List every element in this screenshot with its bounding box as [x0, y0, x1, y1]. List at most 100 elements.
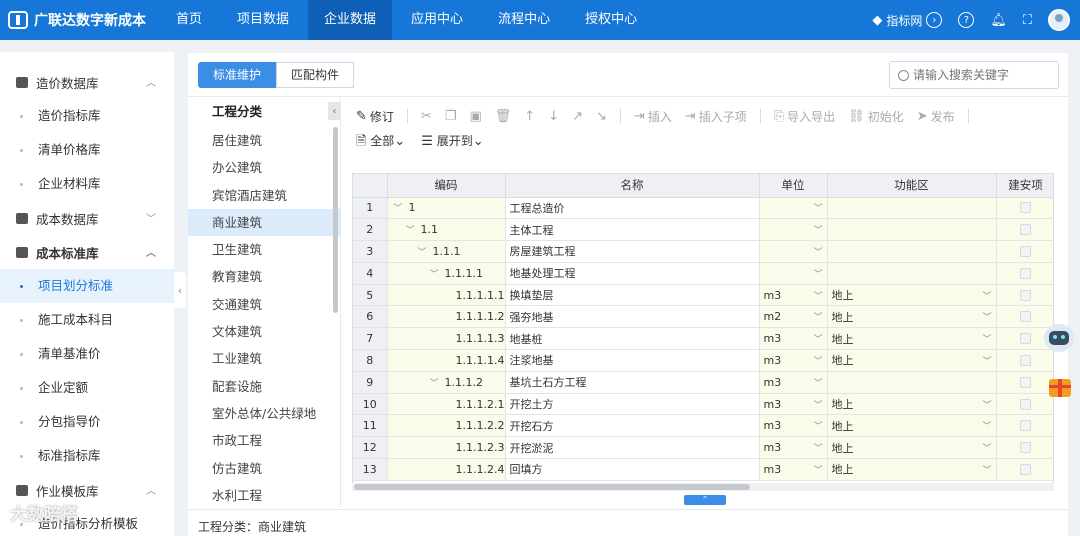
table-row[interactable]: 2 ﹀ 1.1 主体工程 ﹀: [353, 218, 1053, 242]
category-scrollbar[interactable]: [333, 127, 338, 313]
zone-cell[interactable]: 地上 ﹀: [827, 458, 997, 481]
name-cell[interactable]: 回填方: [505, 458, 760, 481]
unit-cell[interactable]: ﹀: [759, 262, 828, 285]
construction-item-cell[interactable]: [996, 414, 1053, 438]
sidebar-item[interactable]: 企业材料库: [0, 167, 174, 201]
table-row[interactable]: 7 1.1.1.1.3 地基桩 m3 ﹀ 地上 ﹀: [353, 327, 1053, 351]
construction-item-cell[interactable]: [996, 197, 1053, 220]
code-cell[interactable]: 1.1.1.1.4: [387, 349, 506, 372]
checkbox[interactable]: [1020, 245, 1031, 257]
column-header-code[interactable]: 编码: [387, 174, 506, 198]
zone-cell[interactable]: 地上 ﹀: [827, 436, 997, 460]
unit-cell[interactable]: m2 ﹀: [759, 305, 828, 329]
code-cell[interactable]: 1.1.1.1.1: [387, 284, 506, 307]
index-network-link[interactable]: ◆ 指标网 ›: [872, 12, 943, 29]
sidebar-collapse-button[interactable]: ‹: [174, 272, 186, 308]
unit-cell[interactable]: m3 ﹀: [759, 327, 828, 351]
move-up-icon[interactable]: ↑: [524, 110, 535, 123]
sidebar-item[interactable]: 标准指标库: [0, 439, 174, 473]
delete-icon[interactable]: 🗑︎: [495, 110, 512, 123]
column-header-unit[interactable]: 单位: [759, 174, 828, 198]
table-row[interactable]: 11 1.1.1.2.2 开挖石方 m3 ﹀ 地上 ﹀: [353, 414, 1053, 438]
insert-child-button[interactable]: ⇥ 插入子项: [685, 108, 747, 125]
avatar[interactable]: [1048, 9, 1070, 31]
nav-item[interactable]: 应用中心: [395, 0, 479, 40]
category-item[interactable]: 仿古建筑: [188, 455, 340, 482]
table-row[interactable]: 5 1.1.1.1.1 换填垫层 m3 ﹀ 地上 ﹀: [353, 284, 1053, 307]
nav-item[interactable]: 首页: [160, 0, 218, 40]
checkbox[interactable]: [1020, 333, 1031, 345]
checkbox[interactable]: [1020, 311, 1031, 323]
name-cell[interactable]: 工程总造价: [505, 197, 760, 220]
checkbox[interactable]: [1020, 398, 1031, 410]
code-cell[interactable]: 1.1.1.1.3: [387, 327, 506, 351]
construction-item-cell[interactable]: [996, 349, 1053, 372]
name-cell[interactable]: 主体工程: [505, 218, 760, 242]
code-cell[interactable]: ﹀ 1.1.1: [387, 240, 506, 263]
table-row[interactable]: 1 ﹀ 1 工程总造价 ﹀: [353, 197, 1053, 220]
sidebar-item[interactable]: 项目划分标准: [0, 269, 174, 303]
code-cell[interactable]: 1.1.1.2.1: [387, 393, 506, 416]
tree-expand-icon[interactable]: ﹀: [430, 379, 439, 389]
unit-cell[interactable]: m3 ﹀: [759, 393, 828, 416]
nav-item[interactable]: 流程中心: [482, 0, 566, 40]
revise-button[interactable]: ✎ 修订: [356, 108, 394, 125]
import-export-button[interactable]: ⎘ 导入导出: [774, 108, 835, 125]
zone-cell[interactable]: 地上 ﹀: [827, 327, 997, 351]
construction-item-cell[interactable]: [996, 458, 1053, 481]
checkbox[interactable]: [1020, 463, 1031, 475]
sidebar-group[interactable]: 成本标准库 ︿: [0, 235, 174, 269]
cut-icon[interactable]: ✂: [421, 110, 432, 123]
scrollbar-thumb[interactable]: [354, 484, 750, 490]
name-cell[interactable]: 开挖淤泥: [505, 436, 760, 460]
category-item[interactable]: 水利工程: [188, 482, 340, 507]
table-row[interactable]: 12 1.1.1.2.3 开挖淤泥 m3 ﹀ 地上 ﹀: [353, 436, 1053, 460]
category-item[interactable]: 工业建筑: [188, 345, 340, 372]
copy-icon[interactable]: ❐: [445, 110, 457, 123]
sidebar-group[interactable]: 成本数据库 ﹀: [0, 201, 174, 235]
code-cell[interactable]: 1.1.1.1.2: [387, 305, 506, 329]
checkbox[interactable]: [1020, 442, 1031, 454]
zone-cell[interactable]: [827, 240, 997, 263]
table-row[interactable]: 10 1.1.1.2.1 开挖土方 m3 ﹀ 地上 ﹀: [353, 393, 1053, 416]
category-item[interactable]: 办公建筑: [188, 154, 340, 181]
tab[interactable]: 匹配构件: [276, 62, 355, 88]
category-item[interactable]: 教育建筑: [188, 263, 340, 290]
fullscreen-icon[interactable]: ⛶: [1023, 14, 1032, 27]
sidebar-group[interactable]: 造价数据库 ︿: [0, 65, 174, 99]
initialize-button[interactable]: ⛓ 初始化: [848, 108, 904, 125]
unit-cell[interactable]: m3 ﹀: [759, 436, 828, 460]
construction-item-cell[interactable]: [996, 218, 1053, 242]
search-box[interactable]: [889, 61, 1059, 89]
name-cell[interactable]: 强夯地基: [505, 305, 760, 329]
code-cell[interactable]: 1.1.1.2.3: [387, 436, 506, 460]
name-cell[interactable]: 基坑土石方工程: [505, 371, 760, 394]
name-cell[interactable]: 地基桩: [505, 327, 760, 351]
table-row[interactable]: 6 1.1.1.1.2 强夯地基 m2 ﹀ 地上 ﹀: [353, 305, 1053, 329]
name-cell[interactable]: 换填垫层: [505, 284, 760, 307]
grid-horizontal-scrollbar[interactable]: [352, 483, 1054, 491]
nav-item[interactable]: 授权中心: [569, 0, 653, 40]
sidebar-item[interactable]: 分包指导价: [0, 405, 174, 439]
tab[interactable]: 标准维护: [198, 62, 277, 88]
name-cell[interactable]: 房屋建筑工程: [505, 240, 760, 263]
category-item[interactable]: 交通建筑: [188, 291, 340, 318]
column-header-zone[interactable]: 功能区: [827, 174, 997, 198]
code-cell[interactable]: ﹀ 1: [387, 197, 506, 220]
column-header-name[interactable]: 名称: [505, 174, 760, 198]
construction-item-cell[interactable]: [996, 305, 1053, 329]
tree-expand-icon[interactable]: ﹀: [418, 248, 427, 258]
app-logo[interactable]: 广联达数字新成本: [0, 10, 160, 30]
upgrade-icon[interactable]: ↗: [572, 110, 583, 123]
unit-cell[interactable]: ﹀: [759, 240, 828, 263]
publish-button[interactable]: ➤ 发布: [917, 108, 955, 125]
sidebar-item[interactable]: 造价指标库: [0, 99, 174, 133]
table-row[interactable]: 4 ﹀ 1.1.1.1 地基处理工程 ﹀: [353, 262, 1053, 285]
zone-cell[interactable]: 地上 ﹀: [827, 414, 997, 438]
tree-expand-icon[interactable]: ﹀: [394, 204, 403, 214]
checkbox[interactable]: [1020, 224, 1031, 236]
expand-to-dropdown[interactable]: ☰ 展开到⌄: [421, 132, 483, 149]
code-cell[interactable]: 1.1.1.2.4: [387, 458, 506, 481]
code-cell[interactable]: ﹀ 1.1.1.2: [387, 371, 506, 394]
robot-assistant-icon[interactable]: [1044, 324, 1074, 352]
